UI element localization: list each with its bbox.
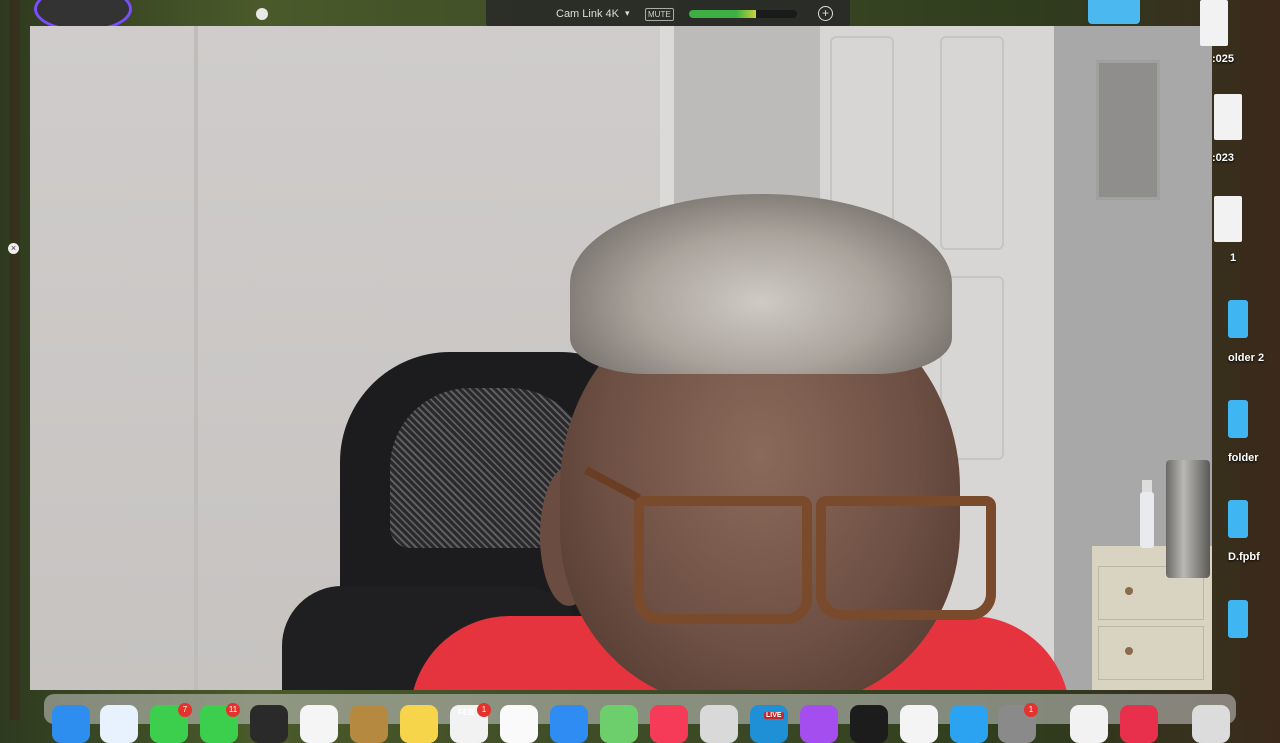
- desktop-item-label[interactable]: :025: [1212, 53, 1234, 65]
- reminders-icon[interactable]: [500, 705, 538, 743]
- bottle: [1140, 492, 1154, 548]
- desktop-item-label[interactable]: 1: [1230, 252, 1236, 264]
- camera-preview-window: [30, 26, 1212, 690]
- drawer-knob: [1125, 587, 1133, 595]
- calendar-badge: 1: [477, 703, 491, 717]
- desktop-item-label[interactable]: older 2: [1228, 352, 1264, 364]
- creative-cloud-icon[interactable]: [1120, 705, 1158, 743]
- safari-icon[interactable]: [100, 705, 138, 743]
- maps-icon[interactable]: [600, 705, 638, 743]
- messages-badge: 11: [226, 703, 240, 717]
- document-icon[interactable]: [1214, 196, 1242, 242]
- quicktime-icon[interactable]: [250, 705, 288, 743]
- camera-control-bar: Cam Link 4K ▾ MUTE +: [486, 0, 850, 28]
- glasses-left-lens: [634, 496, 812, 624]
- facetime-badge: 7: [178, 703, 192, 717]
- live-label: LIVE: [764, 712, 784, 719]
- folder-icon[interactable]: [1228, 600, 1248, 638]
- folder-icon[interactable]: [1228, 400, 1248, 438]
- music-icon[interactable]: [650, 705, 688, 743]
- document-icon[interactable]: [1214, 94, 1242, 140]
- photos-icon[interactable]: [300, 705, 338, 743]
- podcasts-icon[interactable]: [800, 705, 838, 743]
- electrical-panel: [1096, 60, 1160, 200]
- document-icon[interactable]: [1200, 0, 1228, 46]
- chevron-down-icon[interactable]: ▾: [625, 8, 630, 19]
- dresser-drawer: [1098, 626, 1204, 680]
- launchpad-icon[interactable]: [700, 705, 738, 743]
- audio-level-meter: [689, 10, 797, 18]
- audio-level-slider-knob[interactable]: [256, 8, 268, 20]
- finder-icon[interactable]: [52, 705, 90, 743]
- camera-device-label[interactable]: Cam Link 4K: [556, 8, 619, 20]
- desktop-item-label[interactable]: D.fpbf: [1228, 551, 1260, 563]
- folder-icon[interactable]: [1228, 500, 1248, 538]
- person-hair: [570, 194, 952, 374]
- news-icon[interactable]: [900, 705, 938, 743]
- canister: [1166, 460, 1210, 578]
- system-settings-badge: 1: [1024, 703, 1038, 717]
- calendar-month-label: FEB: [458, 708, 474, 717]
- contacts-icon[interactable]: [350, 705, 388, 743]
- apple-tv-icon[interactable]: [850, 705, 888, 743]
- close-icon[interactable]: ×: [8, 243, 19, 254]
- wall-seam: [194, 26, 198, 690]
- desktop-item-label[interactable]: folder: [1228, 452, 1259, 464]
- glasses-right-lens: [816, 496, 996, 620]
- folder-icon[interactable]: [1228, 300, 1248, 338]
- background-tree: [10, 0, 20, 720]
- xcode-icon[interactable]: [950, 705, 988, 743]
- folder-icon[interactable]: [1088, 0, 1140, 24]
- streaming-app-icon[interactable]: [750, 705, 788, 743]
- trash-icon[interactable]: [1192, 705, 1230, 743]
- door-panel: [940, 36, 1004, 250]
- desktop-item-label[interactable]: :023: [1212, 152, 1234, 164]
- drawer-knob: [1125, 647, 1133, 655]
- audio-level-fill: [689, 10, 756, 18]
- plus-circle-icon[interactable]: +: [818, 6, 833, 21]
- notes-icon[interactable]: [400, 705, 438, 743]
- mute-button[interactable]: MUTE: [645, 8, 674, 21]
- chrome-icon[interactable]: [1070, 705, 1108, 743]
- mail-icon[interactable]: [550, 705, 588, 743]
